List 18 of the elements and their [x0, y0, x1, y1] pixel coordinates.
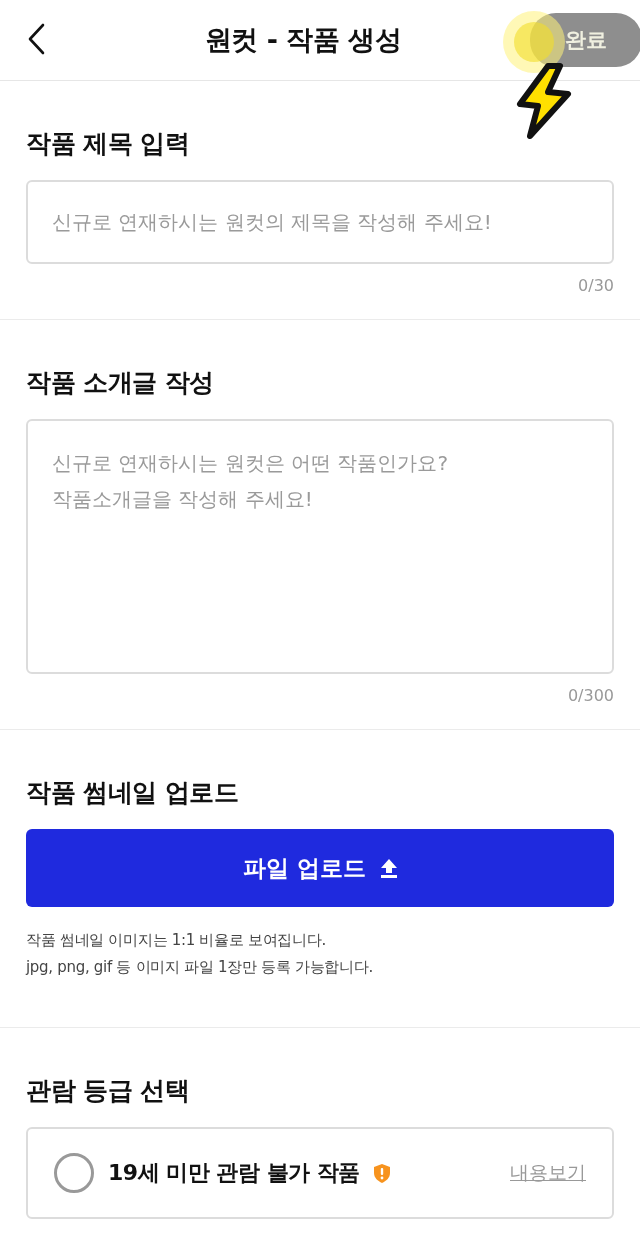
- upload-icon: [380, 858, 397, 878]
- note-text: jpg, png, gif 등 이미지 파일 1장만 등록 가능합니다.: [26, 957, 374, 978]
- title-input-field[interactable]: 신규로 연재하시는 원컷의 제목을 작성해 주세요!: [26, 180, 614, 264]
- section-heading: 작품 제목 입력: [26, 128, 191, 160]
- upload-button[interactable]: 파일 업로드: [26, 829, 614, 907]
- tap-highlight: [502, 10, 566, 74]
- page-title: 원컷 - 작품 생성: [204, 23, 402, 57]
- section-heading: 작품 소개글 작성: [26, 367, 215, 399]
- option-label: 19세 미만 관람 불가 작품: [108, 1159, 360, 1187]
- note-text: 작품 썸네일 이미지는 1:1 비율로 보여집니다.: [26, 930, 327, 951]
- radio-button[interactable]: [54, 1153, 94, 1193]
- warning-shield-icon: [373, 1163, 390, 1183]
- section-heading: 작품 썸네일 업로드: [26, 777, 240, 809]
- section-heading: 관람 등급 선택: [26, 1075, 191, 1107]
- character-counter: 0/30: [577, 276, 614, 295]
- character-counter: 0/300: [566, 686, 614, 705]
- view-details-link[interactable]: 내용보기: [510, 1160, 586, 1186]
- intro-text-area[interactable]: 신규로 연재하시는 원컷은 어떤 작품인가요? 작품소개글을 작성해 주세요!: [26, 419, 614, 674]
